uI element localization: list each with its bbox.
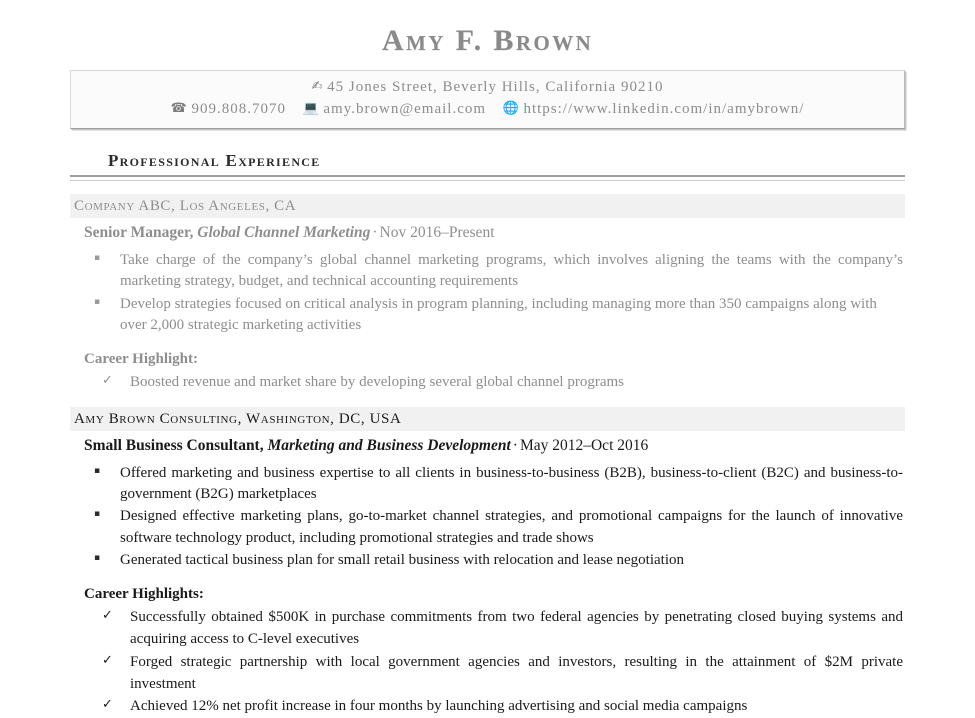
laptop-icon: 💻 [302,101,318,116]
resume-page: Amy F. Brown ✍ 45 Jones Street, Beverly … [0,0,975,670]
contact-line-address: ✍ 45 Jones Street, Beverly Hills, Califo… [81,77,894,99]
job-role: Senior Manager, [84,224,193,241]
list-item: ✓ Successfully obtained $500K in purchas… [88,607,903,651]
section-heading: Professional Experience [70,151,905,171]
job-company: Company ABC, Los Angeles, CA [70,194,905,218]
section-divider-light [70,180,905,181]
bullet-text: Take charge of the company’s global chan… [120,252,903,289]
square-bullet-icon: ▪ [94,250,100,267]
checkmark-icon: ✓ [102,652,113,670]
globe-icon: 🌐 [503,101,519,116]
contact-box: ✍ 45 Jones Street, Beverly Hills, Califo… [70,70,905,129]
list-item: ✓ Achieved 12% net profit increase in fo… [88,696,903,718]
square-bullet-icon: ▪ [94,550,100,567]
list-item: ▪ Develop strategies focused on critical… [88,294,903,337]
telephone-icon: ☎ [171,101,187,116]
contact-line-details: ☎ 909.808.7070 💻 amy.brown@email.com 🌐 h… [81,99,894,121]
list-item: ▪ Generated tactical business plan for s… [88,550,903,571]
highlight-text: Forged strategic partnership with local … [130,654,903,692]
bullet-text: Develop strategies focused on critical a… [120,296,877,333]
list-item: ▪ Designed effective marketing plans, go… [88,506,903,549]
phone-text: 909.808.7070 [191,101,286,117]
bullet-text: Designed effective marketing plans, go-t… [120,508,903,545]
section-divider-strong [70,175,905,177]
job-bullet-list: ▪ Take charge of the company’s global ch… [70,250,905,336]
checkmark-icon: ✓ [102,607,113,625]
highlight-text: Achieved 12% net profit increase in four… [130,698,747,714]
job-separator: · [511,437,520,454]
checkmark-icon: ✓ [102,696,113,714]
job-dates: May 2012–Oct 2016 [520,437,648,454]
job-title-line: Small Business Consultant, Marketing and… [70,431,905,459]
square-bullet-icon: ▪ [94,463,100,480]
list-item: ▪ Take charge of the company’s global ch… [88,250,903,293]
career-highlight-list: ✓ Successfully obtained $500K in purchas… [70,607,905,718]
job-company: Amy Brown Consulting, Washington, DC, US… [70,407,905,431]
career-highlight-list: ✓ Boosted revenue and market share by de… [70,372,905,394]
email-link[interactable]: amy.brown@email.com [323,101,486,117]
bullet-text: Generated tactical business plan for sma… [120,552,684,568]
page-title: Amy F. Brown [0,0,975,56]
location-mail-icon: ✍ [312,79,323,94]
bullet-text: Offered marketing and business expertise… [120,465,903,502]
job-entry: Amy Brown Consulting, Washington, DC, US… [70,407,905,718]
square-bullet-icon: ▪ [94,506,100,523]
address-text: 45 Jones Street, Beverly Hills, Californ… [327,79,663,95]
job-role: Small Business Consultant, [84,437,264,454]
checkmark-icon: ✓ [102,372,113,390]
list-item: ✓ Forged strategic partnership with loca… [88,652,903,696]
website-link[interactable]: https://www.linkedin.com/in/amybrown/ [523,101,804,117]
job-separator: · [370,224,379,241]
square-bullet-icon: ▪ [94,294,100,311]
highlight-text: Successfully obtained $500K in purchase … [130,609,903,647]
career-highlight-label: Career Highlight: [70,337,905,370]
list-item: ✓ Boosted revenue and market share by de… [88,372,903,394]
job-bullet-list: ▪ Offered marketing and business experti… [70,463,905,571]
job-dates: Nov 2016–Present [380,224,495,241]
professional-experience-section: Professional Experience Company ABC, Los… [70,151,905,718]
highlight-text: Boosted revenue and market share by deve… [130,374,624,390]
job-title-line: Senior Manager, Global Channel Marketing… [70,218,905,246]
job-specialty: Marketing and Business Development [267,437,510,454]
career-highlight-label: Career Highlights: [70,572,905,605]
job-specialty: Global Channel Marketing [197,224,370,241]
list-item: ▪ Offered marketing and business experti… [88,463,903,506]
job-entry: Company ABC, Los Angeles, CA Senior Mana… [70,194,905,394]
